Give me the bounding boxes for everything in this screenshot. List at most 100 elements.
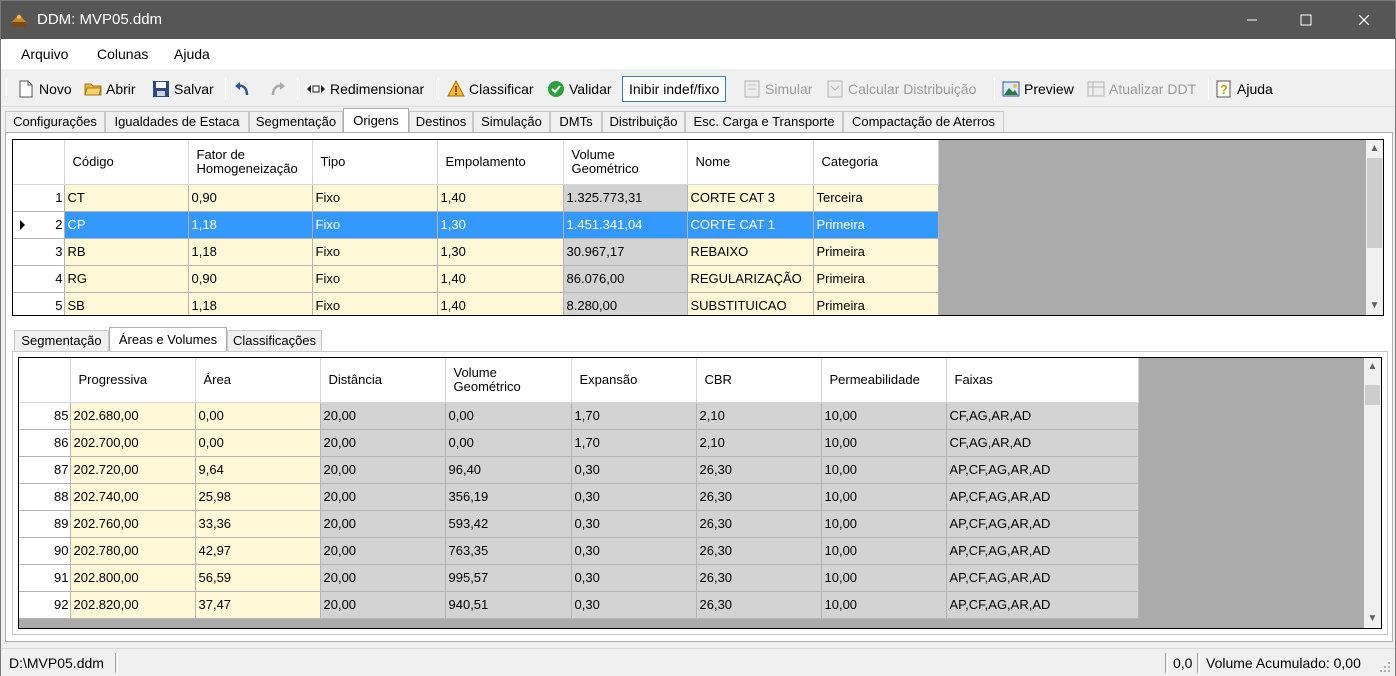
row-header[interactable]: 1	[13, 184, 65, 212]
cell-nome[interactable]: REGULARIZAÇÃO	[687, 265, 814, 293]
cell-faixas[interactable]: CF,AG,AR,AD	[946, 429, 1139, 457]
row-header[interactable]: 92	[19, 591, 71, 619]
table-row[interactable]: 91 202.800,00 56,59 20,00 995,57 0,30 26,30 10,…	[19, 564, 1139, 592]
tab-esc-carga-e-transporte[interactable]: Esc. Carga e Transporte	[685, 111, 843, 133]
row-header[interactable]: 5	[13, 292, 65, 315]
cell-faixas[interactable]: AP,CF,AG,AR,AD	[946, 537, 1139, 565]
cell-tipo[interactable]: Fixo	[312, 184, 438, 212]
scroll-down-icon[interactable]: ▼	[1364, 610, 1381, 627]
column-header-volume-geometrico[interactable]: Volume Geométrico	[445, 358, 572, 403]
row-header[interactable]: 90	[19, 537, 71, 565]
column-header-volume[interactable]: Volume Geométrico	[563, 140, 688, 185]
cell-exp[interactable]: 0,30	[571, 483, 697, 511]
cell-empolamento[interactable]: 1,30	[437, 238, 564, 266]
column-header-permeabilidade[interactable]: Permeabilidade	[821, 358, 947, 403]
cell-vol[interactable]: 940,51	[445, 591, 572, 619]
cell-cbr[interactable]: 26,30	[696, 456, 822, 484]
table-row[interactable]: 1 CT 0,90 Fixo 1,40 1.325.773,31 CORTE CAT 3 Te…	[13, 184, 945, 212]
close-button[interactable]	[1341, 1, 1387, 39]
cell-cbr[interactable]: 26,30	[696, 483, 822, 511]
cell-vol[interactable]: 356,19	[445, 483, 572, 511]
column-header-expansao[interactable]: Expansão	[571, 358, 697, 403]
column-header-nome[interactable]: Nome	[687, 140, 814, 185]
tab-segmentacao[interactable]: Segmentação	[249, 111, 343, 133]
validar-button[interactable]: Validar	[547, 76, 612, 102]
cell-vol[interactable]: 995,57	[445, 564, 572, 592]
cell-area[interactable]: 25,98	[195, 483, 321, 511]
row-header[interactable]: 91	[19, 564, 71, 592]
column-header-fator[interactable]: Fator de Homogeneização	[188, 140, 313, 185]
table-row[interactable]: 87 202.720,00 9,64 20,00 96,40 0,30 26,30 10,00…	[19, 456, 1139, 484]
cell-area[interactable]: 33,36	[195, 510, 321, 538]
abrir-button[interactable]: Abrir	[84, 76, 136, 102]
table-row[interactable]: 2 CP 1,18 Fixo 1,30 1.451.341,04 CORTE CAT 1 Pr…	[13, 211, 945, 239]
origens-vertical-scrollbar[interactable]: ▲ ▼	[1366, 140, 1383, 315]
cell-faixas[interactable]: AP,CF,AG,AR,AD	[946, 591, 1139, 619]
areas-vertical-scrollbar[interactable]: ▲ ▼	[1364, 358, 1381, 628]
classificar-button[interactable]: Classificar	[447, 76, 534, 102]
subtab-classificacoes[interactable]: Classificações	[227, 330, 322, 352]
maximize-button[interactable]	[1283, 1, 1329, 39]
cell-area[interactable]: 56,59	[195, 564, 321, 592]
undo-button[interactable]	[233, 76, 255, 102]
cell-codigo[interactable]: RB	[64, 238, 189, 266]
preview-button[interactable]: Preview	[1002, 76, 1074, 102]
cell-codigo[interactable]: CT	[64, 184, 189, 212]
cell-categoria[interactable]: Primeira	[813, 211, 939, 239]
cell-perm[interactable]: 10,00	[821, 591, 947, 619]
cell-exp[interactable]: 1,70	[571, 429, 697, 457]
simular-button[interactable]: Simular	[743, 76, 812, 102]
column-header-distancia[interactable]: Distância	[320, 358, 446, 403]
row-header[interactable]: 85	[19, 402, 71, 430]
row-header[interactable]: 88	[19, 483, 71, 511]
row-header[interactable]: 4	[13, 265, 65, 293]
tab-compactacao-de-aterros[interactable]: Compactação de Aterros	[843, 111, 1004, 133]
cell-vol[interactable]: 96,40	[445, 456, 572, 484]
cell-nome[interactable]: CORTE CAT 3	[687, 184, 814, 212]
tab-simulacao[interactable]: Simulação	[473, 111, 550, 133]
cell-cbr[interactable]: 26,30	[696, 564, 822, 592]
scroll-down-icon[interactable]: ▼	[1366, 297, 1383, 314]
cell-volume[interactable]: 30.967,17	[563, 238, 688, 266]
column-header-area[interactable]: Área	[195, 358, 321, 403]
cell-faixas[interactable]: CF,AG,AR,AD	[946, 402, 1139, 430]
cell-fator[interactable]: 0,90	[188, 265, 313, 293]
cell-vol[interactable]: 593,42	[445, 510, 572, 538]
cell-prog[interactable]: 202.700,00	[70, 429, 196, 457]
cell-prog[interactable]: 202.820,00	[70, 591, 196, 619]
cell-volume[interactable]: 1.451.341,04	[563, 211, 688, 239]
inibir-indef-fixo-button[interactable]: Inibir indef/fixo	[622, 76, 727, 102]
cell-cbr[interactable]: 26,30	[696, 510, 822, 538]
column-header-empolamento[interactable]: Empolamento	[437, 140, 564, 185]
tab-destinos[interactable]: Destinos	[409, 111, 473, 133]
tab-configuracoes[interactable]: Configurações	[5, 111, 105, 133]
row-header-corner[interactable]	[13, 140, 65, 185]
scroll-up-icon[interactable]: ▲	[1364, 358, 1381, 375]
salvar-button[interactable]: Salvar	[152, 76, 214, 102]
cell-categoria[interactable]: Primeira	[813, 292, 939, 315]
cell-cbr[interactable]: 2,10	[696, 429, 822, 457]
cell-prog[interactable]: 202.800,00	[70, 564, 196, 592]
cell-cbr[interactable]: 26,30	[696, 537, 822, 565]
cell-tipo[interactable]: Fixo	[312, 265, 438, 293]
cell-dist[interactable]: 20,00	[320, 483, 446, 511]
cell-exp[interactable]: 0,30	[571, 510, 697, 538]
table-row[interactable]: 3 RB 1,18 Fixo 1,30 30.967,17 REBAIXO Primeira	[13, 238, 945, 266]
menu-arquivo[interactable]: Arquivo	[21, 46, 68, 62]
cell-perm[interactable]: 10,00	[821, 537, 947, 565]
tab-distribuicao[interactable]: Distribuição	[602, 111, 685, 133]
cell-faixas[interactable]: AP,CF,AG,AR,AD	[946, 510, 1139, 538]
column-header-tipo[interactable]: Tipo	[312, 140, 438, 185]
cell-perm[interactable]: 10,00	[821, 402, 947, 430]
column-header-cbr[interactable]: CBR	[696, 358, 822, 403]
cell-prog[interactable]: 202.740,00	[70, 483, 196, 511]
menu-ajuda[interactable]: Ajuda	[174, 46, 210, 62]
cell-fator[interactable]: 1,18	[188, 238, 313, 266]
cell-area[interactable]: 9,64	[195, 456, 321, 484]
scrollbar-thumb[interactable]	[1365, 385, 1380, 405]
cell-area[interactable]: 42,97	[195, 537, 321, 565]
column-header-faixas[interactable]: Faixas	[946, 358, 1139, 403]
cell-empolamento[interactable]: 1,40	[437, 265, 564, 293]
cell-nome[interactable]: CORTE CAT 1	[687, 211, 814, 239]
table-row[interactable]: 92 202.820,00 37,47 20,00 940,51 0,30 26,30 10,…	[19, 591, 1139, 619]
